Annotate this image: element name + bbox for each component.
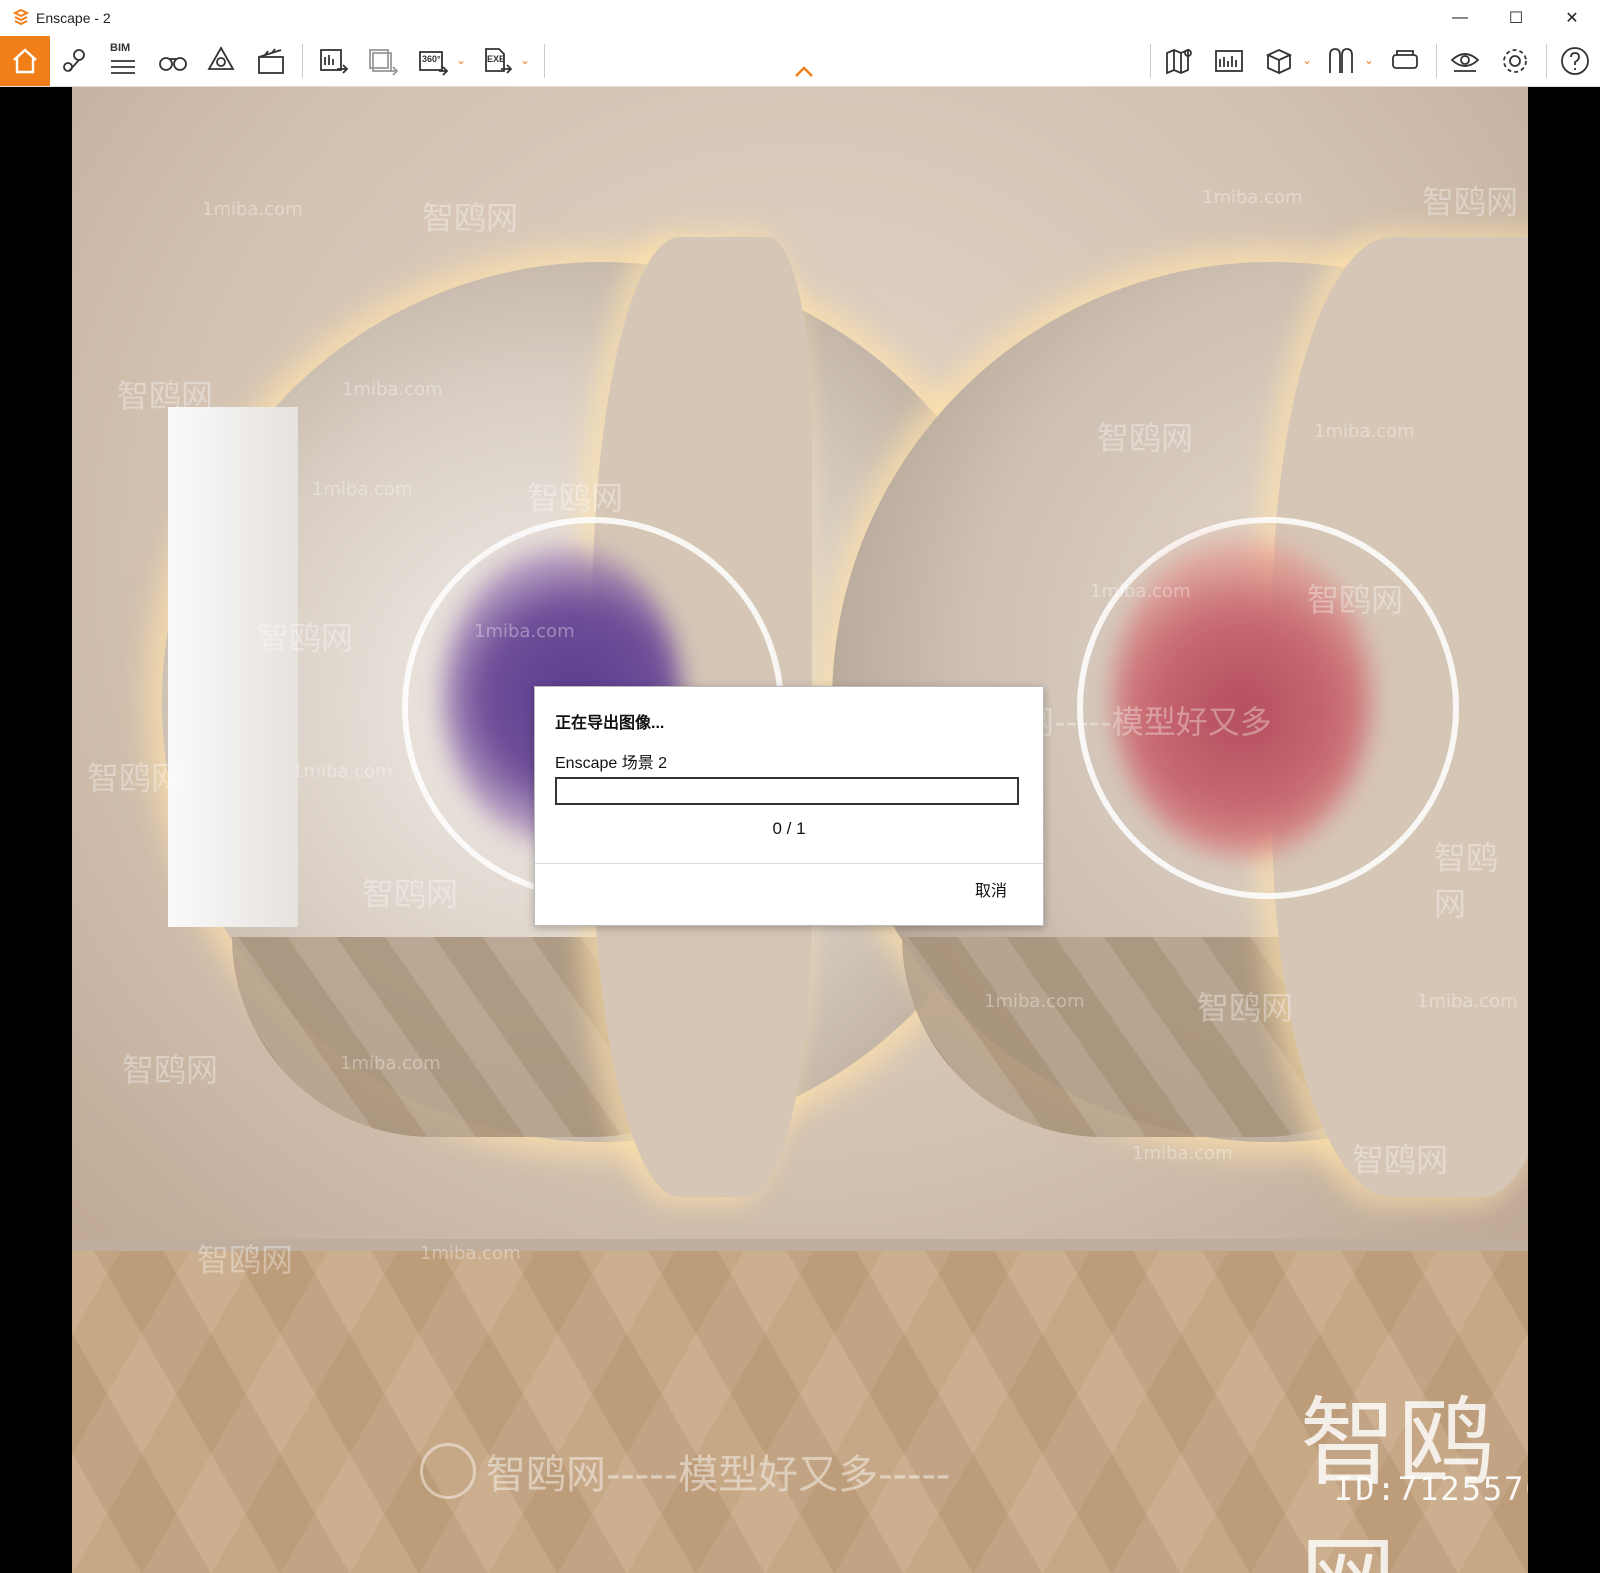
main-toolbar: BIM 360° ⌄ EXE ⌄ ⌄ ⌄ <box>0 36 1600 87</box>
bird-logo-icon <box>420 1443 476 1499</box>
watermark-brand: 智鸥网 <box>1307 581 1404 619</box>
watermark-site: 1miba.com <box>312 479 413 500</box>
cube-icon <box>1265 49 1293 75</box>
watermark-site: 1miba.com <box>474 621 575 642</box>
watermark-brand: 智鸥网 <box>1434 839 1499 923</box>
video-editor-icon <box>258 48 284 74</box>
cube-button[interactable] <box>1260 42 1298 80</box>
watermark-site: 1miba.com <box>1417 991 1518 1012</box>
asset-library-icon <box>207 46 235 70</box>
settings-gear-icon <box>1503 49 1527 73</box>
map-pin-icon <box>63 49 85 72</box>
settings-button[interactable] <box>1496 42 1534 80</box>
watermark-brand: 智鸥网 <box>422 199 519 237</box>
collaborative-annotation-icon <box>1329 48 1353 73</box>
visual-settings-icon <box>1450 53 1480 72</box>
toolbar-separator <box>302 44 303 78</box>
export-progress-bar <box>555 777 1019 805</box>
map-pin-button[interactable] <box>56 42 94 80</box>
minimize-button[interactable]: — <box>1432 0 1488 36</box>
toolbar-separator <box>1150 44 1151 78</box>
cancel-button[interactable]: 取消 <box>975 877 1007 901</box>
watermark-slogan-text: 智鸥网-----模型好又多----- <box>486 1452 951 1498</box>
watermark-brand: 智鸥网 <box>122 1051 219 1089</box>
watermark-brand: 智鸥网 <box>362 875 459 913</box>
home-icon <box>13 48 37 74</box>
bim-button[interactable]: BIM <box>104 42 142 80</box>
watermark-site: 1miba.com <box>292 761 393 782</box>
panorama-dropdown-caret[interactable]: ⌄ <box>454 48 468 72</box>
watermark-site: 1miba.com <box>202 199 303 220</box>
dialog-title: 正在导出图像... <box>555 715 665 732</box>
watermark-site: 1miba.com <box>340 1053 441 1074</box>
binoculars-button[interactable] <box>154 42 192 80</box>
title-bar: Enscape - 2 — ☐ ✕ <box>0 0 1600 36</box>
watermark-site: 1miba.com <box>1202 187 1303 208</box>
watermark-site: 1miba.com <box>342 379 443 400</box>
visual-settings-button[interactable] <box>1446 42 1484 80</box>
watermark-brand: 智鸥网 <box>1352 1141 1449 1179</box>
dialog-divider <box>535 863 1043 864</box>
video-editor-button[interactable] <box>252 42 290 80</box>
batch-render-icon <box>369 49 399 76</box>
watermark-id: ID:712557087 <box>1334 1470 1528 1508</box>
watermark-site: 1miba.com <box>1132 1143 1233 1164</box>
view-management-button[interactable] <box>1210 42 1248 80</box>
watermark-brand: 智鸥网 <box>197 1241 294 1279</box>
watermark-slogan-bottom: 智鸥网-----模型好又多----- <box>420 1442 950 1500</box>
toolbar-separator <box>1436 44 1437 78</box>
cube-dropdown-caret[interactable]: ⌄ <box>1300 48 1314 72</box>
home-button[interactable] <box>0 36 50 86</box>
screenshot-button[interactable] <box>314 42 352 80</box>
screenshot-icon <box>320 49 349 74</box>
watermark-brand: 智鸥网 <box>117 377 214 415</box>
toolbar-separator <box>1546 44 1547 78</box>
annotation-button[interactable] <box>1322 42 1360 80</box>
export-dropdown-caret[interactable]: ⌄ <box>518 48 532 72</box>
help-icon <box>1561 47 1589 75</box>
map-button[interactable] <box>1160 42 1198 80</box>
watermark-site: 1miba.com <box>984 991 1085 1012</box>
collapse-toolbar-button[interactable] <box>792 64 816 82</box>
export-progress-dialog: 正在导出图像... Enscape 场景 2 0 / 1 取消 <box>534 686 1044 926</box>
watermark-brand: 智鸥网 <box>1422 183 1519 221</box>
progress-count: 0 / 1 <box>772 819 806 838</box>
watermark-site: 1miba.com <box>1314 421 1415 442</box>
toolbar-separator <box>544 44 545 78</box>
chevron-up-icon <box>795 66 813 77</box>
map-icon <box>1166 48 1192 75</box>
watermark-site: 1miba.com <box>1090 581 1191 602</box>
window-light <box>168 407 298 927</box>
bim-label: BIM <box>110 42 131 54</box>
watermark-brand: 智鸥网 <box>1197 989 1294 1027</box>
vr-headset-button[interactable] <box>1386 42 1424 80</box>
enscape-logo-icon <box>12 8 30 27</box>
watermark-brand: 智鸥网 <box>527 479 624 517</box>
annotation-dropdown-caret[interactable]: ⌄ <box>1362 48 1376 72</box>
watermark-brand: 智鸥网 <box>87 759 184 797</box>
export-exe-button[interactable]: EXE <box>478 42 516 80</box>
help-button[interactable] <box>1556 42 1594 80</box>
asset-library-button[interactable] <box>202 42 240 80</box>
panorama-360-label: 360° <box>422 54 441 64</box>
window-title: Enscape - 2 <box>36 10 111 26</box>
watermark-brand: 智鸥网 <box>1097 419 1194 457</box>
close-button[interactable]: ✕ <box>1544 0 1600 36</box>
export-exe-label: EXE <box>487 54 506 64</box>
watermark-big-brand: 智鸥网 <box>1300 1387 1496 1573</box>
scene-label: Enscape 场景 2 <box>555 755 668 772</box>
batch-render-button[interactable] <box>364 42 402 80</box>
binoculars-icon <box>159 57 187 71</box>
vr-headset-icon <box>1392 50 1418 69</box>
panorama-360-button[interactable]: 360° <box>414 42 452 80</box>
watermark-brand: 智鸥网 <box>257 619 354 657</box>
watermark-site: 1miba.com <box>420 1243 521 1264</box>
view-management-icon <box>1215 50 1243 72</box>
maximize-button[interactable]: ☐ <box>1488 0 1544 36</box>
